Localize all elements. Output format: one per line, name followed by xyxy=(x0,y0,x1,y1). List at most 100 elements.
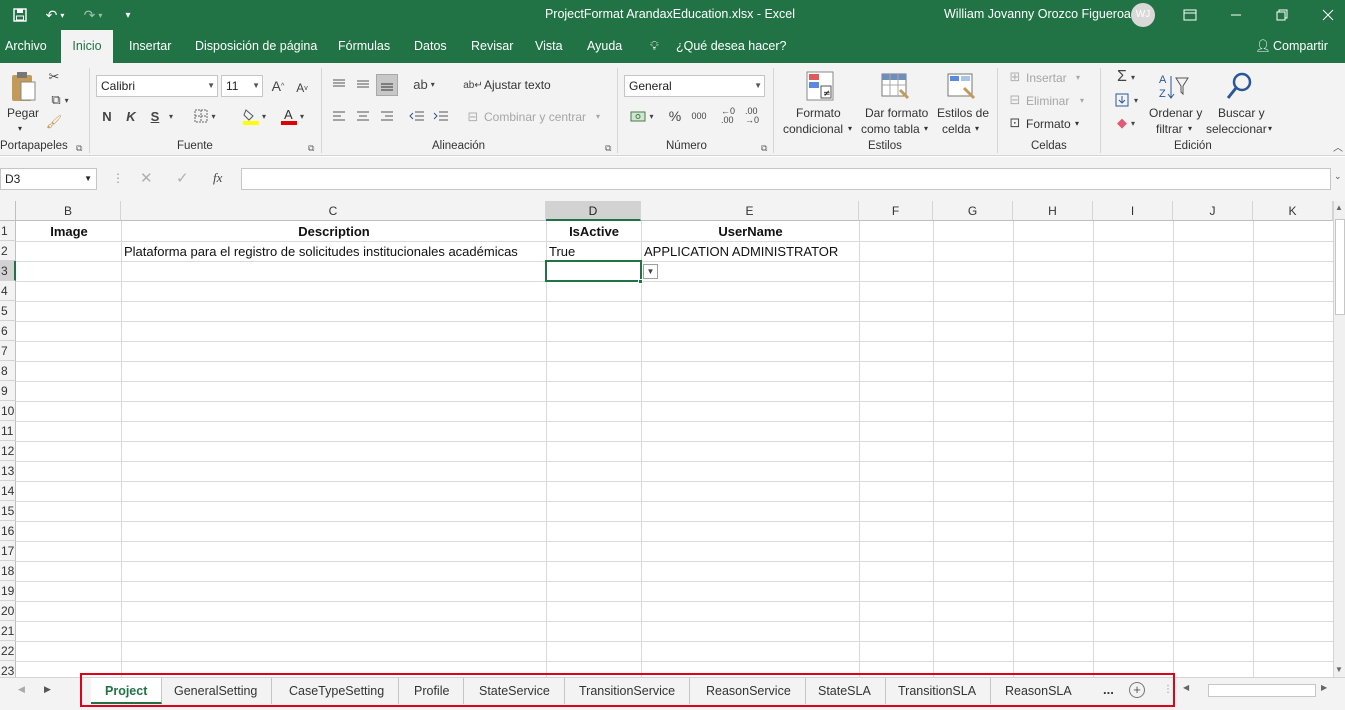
worksheet-grid[interactable]: B C D E F G H I J K 1 2 3 4 5 6 7 8 9 10… xyxy=(0,201,1333,677)
chevron-down-icon[interactable]: ▾ xyxy=(1268,121,1272,137)
tell-me-search[interactable]: ¿Qué desea hacer? xyxy=(676,30,787,63)
delete-cells-icon[interactable]: ⊟ xyxy=(1007,92,1023,107)
column-header-f[interactable]: F xyxy=(859,201,933,221)
merge-center-button[interactable]: Combinar y centrar xyxy=(484,109,586,125)
format-painter-icon[interactable]: 🖌︎ xyxy=(45,114,63,130)
decrease-indent-icon[interactable] xyxy=(408,107,426,125)
column-header-h[interactable]: H xyxy=(1013,201,1093,221)
row-header[interactable]: 19 xyxy=(0,581,16,601)
sort-filter-icon[interactable]: AZ xyxy=(1156,69,1190,103)
fill-handle[interactable] xyxy=(638,279,643,284)
undo-icon[interactable]: ↶ ▾ xyxy=(40,5,70,25)
font-launcher-icon[interactable]: ⧉ xyxy=(308,140,314,156)
lightbulb-icon[interactable]: 💡︎ xyxy=(650,30,659,63)
row-header[interactable]: 15 xyxy=(0,501,16,521)
decrease-decimal-icon[interactable]: .00 →0 xyxy=(742,107,762,125)
cell-e1[interactable]: UserName xyxy=(642,222,859,242)
row-header[interactable]: 13 xyxy=(0,461,16,481)
format-cells-icon[interactable]: ⊡ xyxy=(1007,115,1023,130)
row-header[interactable]: 20 xyxy=(0,601,16,621)
row-header[interactable]: 17 xyxy=(0,541,16,561)
format-cells-button[interactable]: Formato xyxy=(1026,116,1071,132)
hscroll-right-icon[interactable]: ▶ xyxy=(1321,683,1327,692)
tab-ayuda[interactable]: Ayuda xyxy=(587,30,622,63)
underline-button[interactable]: S xyxy=(146,107,164,125)
avatar[interactable]: WJ xyxy=(1131,3,1155,27)
cut-icon[interactable]: ✂ xyxy=(45,69,63,85)
sort-filter-label-2[interactable]: filtrar xyxy=(1156,121,1183,137)
chevron-down-icon[interactable]: ▾ xyxy=(848,121,852,137)
orientation-icon[interactable]: ab ▾ xyxy=(408,75,440,93)
sort-filter-label-1[interactable]: Ordenar y xyxy=(1149,105,1202,121)
column-header-d[interactable]: D xyxy=(546,201,641,221)
row-header[interactable]: 21 xyxy=(0,621,16,641)
selected-cell-d3[interactable] xyxy=(545,260,642,282)
close-icon[interactable] xyxy=(1318,5,1338,25)
redo-icon[interactable]: ↷ ▾ xyxy=(78,5,108,25)
fill-color-icon[interactable]: ▾ xyxy=(238,107,270,125)
row-header[interactable]: 4 xyxy=(0,281,16,301)
bold-button[interactable]: N xyxy=(98,107,116,125)
cell-d1[interactable]: IsActive xyxy=(547,222,641,242)
thousands-button[interactable]: 000 xyxy=(689,107,709,125)
tab-vista[interactable]: Vista xyxy=(535,30,563,63)
row-header[interactable]: 23 xyxy=(0,661,16,677)
conditional-format-icon[interactable]: ≠ xyxy=(804,69,836,103)
conditional-format-label-1[interactable]: Formato xyxy=(796,105,841,121)
select-all-corner[interactable] xyxy=(0,201,16,221)
paste-button[interactable]: Pegar xyxy=(7,105,39,121)
scroll-up-icon[interactable]: ▲ xyxy=(1335,203,1343,212)
minimize-icon[interactable] xyxy=(1226,5,1246,25)
cell-d2[interactable]: True xyxy=(549,242,641,262)
scroll-down-icon[interactable]: ▼ xyxy=(1335,665,1343,674)
insert-cells-button[interactable]: Insertar xyxy=(1026,70,1067,86)
tab-datos[interactable]: Datos xyxy=(414,30,447,63)
cell-c2[interactable]: Plataforma para el registro de solicitud… xyxy=(124,242,546,262)
align-right-icon[interactable] xyxy=(378,107,396,125)
chevron-down-icon[interactable]: ▾ xyxy=(1076,70,1080,86)
percent-button[interactable]: % xyxy=(667,107,683,125)
insert-cells-icon[interactable]: ⊞ xyxy=(1007,69,1023,84)
scroll-tabs-right-icon[interactable]: ▶ xyxy=(44,684,51,695)
underline-dropdown-icon[interactable]: ▾ xyxy=(166,109,176,123)
row-header[interactable]: 2 xyxy=(0,241,16,261)
share-button[interactable]: Compartir xyxy=(1273,30,1328,63)
format-as-table-icon[interactable] xyxy=(879,69,911,103)
save-icon[interactable] xyxy=(10,5,30,25)
row-header[interactable]: 16 xyxy=(0,521,16,541)
name-box[interactable]: D3 ▼ xyxy=(0,168,97,190)
column-header-j[interactable]: J xyxy=(1173,201,1253,221)
wrap-text-icon[interactable]: ab↵ xyxy=(463,77,483,93)
align-bottom-icon[interactable] xyxy=(376,74,398,96)
cell-styles-label-1[interactable]: Estilos de xyxy=(937,105,989,121)
user-name[interactable]: William Jovanny Orozco Figueroa xyxy=(944,7,1131,21)
confirm-entry-icon[interactable]: ✓ xyxy=(176,169,189,187)
tab-formulas[interactable]: Fórmulas xyxy=(338,30,390,63)
conditional-format-label-2[interactable]: condicional xyxy=(783,121,843,137)
column-header-i[interactable]: I xyxy=(1093,201,1173,221)
row-header[interactable]: 10 xyxy=(0,401,16,421)
dropdown-arrow-icon[interactable]: ▼ xyxy=(643,264,658,279)
accounting-format-icon[interactable]: ▾ xyxy=(626,107,658,125)
chevron-down-icon[interactable]: ▾ xyxy=(924,121,928,137)
find-select-label-2[interactable]: seleccionar xyxy=(1206,121,1267,137)
find-select-icon[interactable] xyxy=(1224,69,1256,103)
align-left-icon[interactable] xyxy=(330,107,348,125)
hscroll-left-icon[interactable]: ◀ xyxy=(1183,683,1189,692)
row-header[interactable]: 12 xyxy=(0,441,16,461)
clipboard-launcher-icon[interactable]: ⧉ xyxy=(76,140,82,156)
row-header[interactable]: 11 xyxy=(0,421,16,441)
paste-icon[interactable] xyxy=(8,69,38,105)
collapse-ribbon-icon[interactable]: ︿ xyxy=(1333,141,1343,157)
merge-dropdown-icon[interactable]: ▾ xyxy=(596,109,600,125)
row-header[interactable]: 14 xyxy=(0,481,16,501)
copy-icon[interactable]: ⧉ ▾ xyxy=(45,92,75,108)
row-header[interactable]: 5 xyxy=(0,301,16,321)
cell-e2[interactable]: APPLICATION ADMINISTRATOR xyxy=(644,242,859,262)
chevron-down-icon[interactable]: ▾ xyxy=(1188,121,1192,137)
more-options-icon[interactable]: ⋮ xyxy=(112,171,124,185)
chevron-down-icon[interactable]: ▾ xyxy=(975,121,979,137)
tab-inicio[interactable]: Inicio xyxy=(61,30,113,63)
row-header[interactable]: 6 xyxy=(0,321,16,341)
ribbon-display-options-icon[interactable] xyxy=(1180,5,1200,25)
